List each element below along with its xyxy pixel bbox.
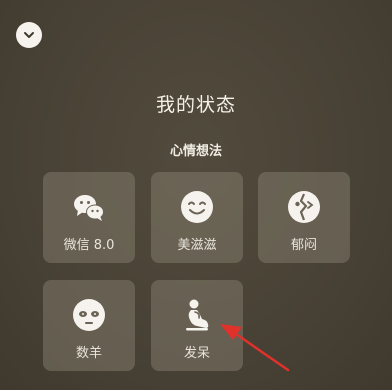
status-tile-label: 微信 8.0 [63, 238, 115, 253]
collapse-button[interactable] [16, 22, 42, 48]
status-panel: 我的状态 心情想法 微信 8.0 美滋滋 郁闷 数羊 发呆 [0, 0, 392, 390]
sheep-face-icon [73, 299, 105, 331]
status-tile-wechat[interactable]: 微信 8.0 [43, 172, 135, 263]
chevron-down-icon [24, 32, 34, 38]
broken-heart-icon [288, 191, 320, 223]
status-tile-happy[interactable]: 美滋滋 [151, 172, 243, 263]
page-title: 我的状态 [155, 94, 236, 116]
wechat-bubbles-icon [74, 195, 104, 221]
status-tile-label: 美滋滋 [177, 238, 217, 253]
status-tile-gloomy[interactable]: 郁闷 [258, 172, 350, 263]
smile-face-icon [181, 191, 213, 223]
status-tile-daze[interactable]: 发呆 [151, 280, 243, 371]
status-tile-label: 发呆 [183, 346, 210, 361]
thinker-icon [186, 299, 209, 331]
section-title: 心情想法 [169, 144, 222, 159]
status-tile-label: 数羊 [75, 346, 102, 361]
status-tile-counting-sheep[interactable]: 数羊 [43, 280, 135, 371]
status-tile-label: 郁闷 [290, 238, 317, 253]
